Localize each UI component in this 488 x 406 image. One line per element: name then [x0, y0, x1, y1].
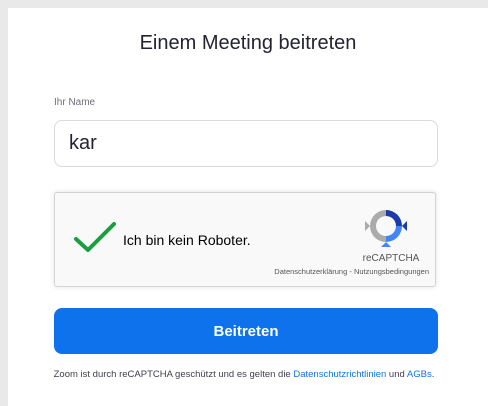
name-field-label: Ihr Name [54, 97, 96, 108]
recaptcha-brand: reCAPTCHA [362, 253, 420, 264]
footer-privacy-link[interactable]: Datenschutzrichtlinien [293, 369, 386, 380]
recaptcha-privacy-link[interactable]: Datenschutzerklärung [274, 267, 347, 276]
page-title: Einem Meeting beitreten [139, 32, 357, 54]
footer-text-before: Zoom ist durch reCAPTCHA geschützt und e… [53, 369, 294, 380]
footer-text-middle: und [386, 369, 407, 380]
join-meeting-card: Einem Meeting beitreten Ihr Name Ich bin… [8, 8, 488, 406]
recaptcha-terms-link[interactable]: Nutzungsbedingungen [354, 267, 429, 276]
recaptcha-links: Datenschutzerklärung - Nutzungsbedingung… [274, 267, 429, 276]
recaptcha-logo-icon [365, 210, 407, 247]
footer-notice: Zoom ist durch reCAPTCHA geschützt und e… [0, 369, 488, 380]
name-input[interactable] [54, 120, 438, 167]
recaptcha-widget: Ich bin kein Roboter. reCAPTCHA Datensch… [54, 192, 436, 287]
recaptcha-links-separator: - [347, 267, 354, 276]
footer-terms-link[interactable]: AGBs [407, 369, 432, 380]
checkmark-icon[interactable] [73, 221, 117, 255]
footer-text-after: . [431, 369, 435, 380]
join-button[interactable]: Beitreten [54, 308, 438, 354]
recaptcha-checkbox-label: Ich bin kein Roboter. [123, 232, 251, 248]
